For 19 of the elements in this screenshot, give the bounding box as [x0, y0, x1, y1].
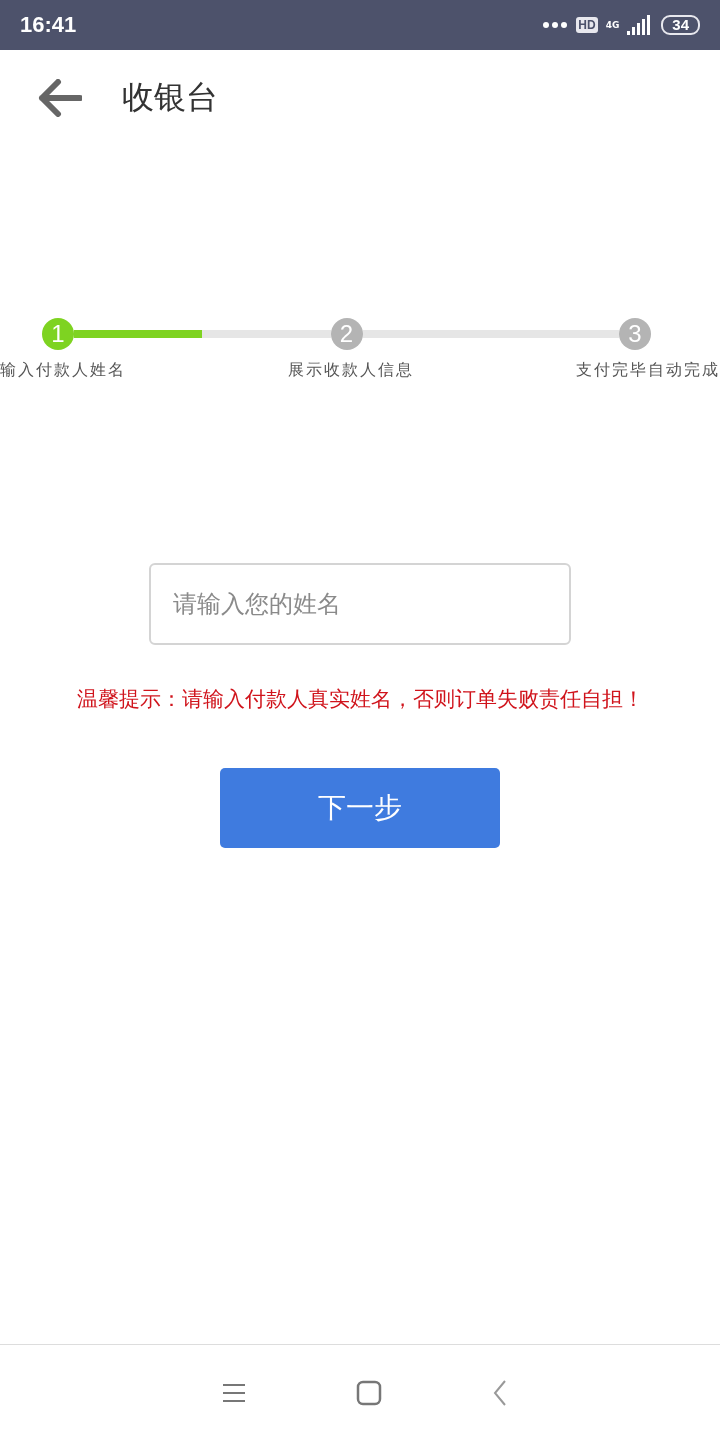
step-number: 2 — [330, 318, 363, 350]
menu-icon[interactable] — [222, 1382, 246, 1403]
page-title: 收银台 — [122, 76, 218, 118]
battery-level: 34 — [661, 15, 700, 35]
step-label: 展示收款人信息 — [288, 360, 414, 381]
back-arrow-icon[interactable] — [38, 78, 82, 117]
more-icon — [542, 21, 569, 29]
home-icon[interactable] — [356, 1379, 382, 1406]
step-number: 1 — [42, 318, 74, 350]
next-step-button[interactable]: 下一步 — [220, 768, 500, 848]
warning-notice: 温馨提示：请输入付款人真实姓名，否则订单失败责任自担！ — [75, 686, 645, 713]
name-input-field[interactable]: 请输入您的姓名 — [149, 563, 571, 645]
step-number: 3 — [619, 318, 651, 350]
step-label: 支付完毕自动完成 — [576, 360, 720, 381]
network-type: 4G — [605, 20, 620, 30]
step-label: 输入付款人姓名 — [0, 360, 126, 381]
hd-badge: HD — [576, 17, 598, 33]
status-time: 16:41 — [20, 12, 77, 38]
back-icon[interactable] — [492, 1378, 508, 1407]
